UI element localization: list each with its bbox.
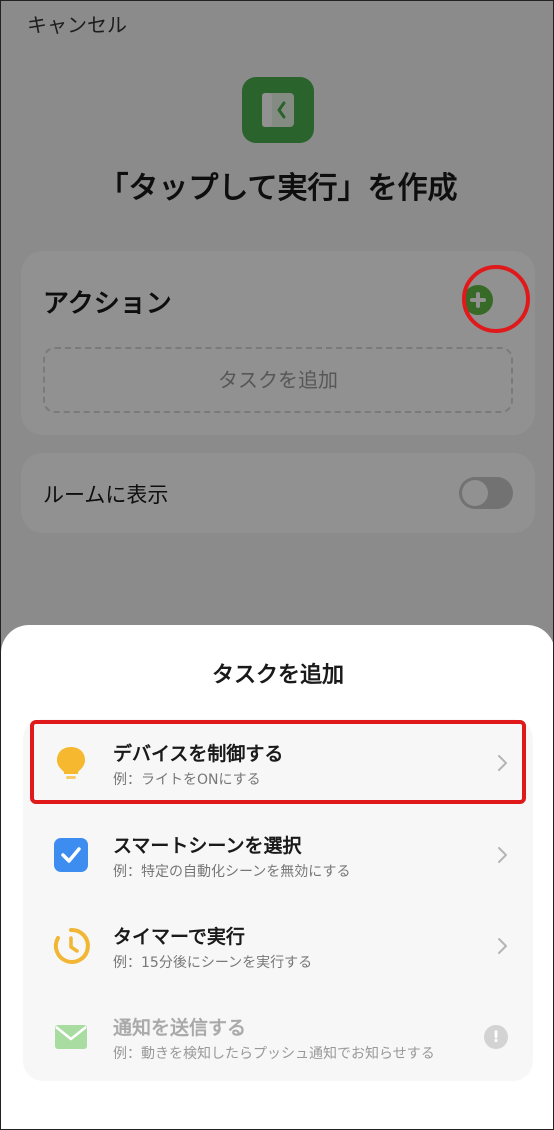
info-icon[interactable]: !: [484, 1025, 508, 1049]
annotation-circle: [462, 265, 530, 333]
option-send-notification: 通知を送信する 例：動きを検知したらプッシュ通知でお知らせする !: [23, 993, 533, 1083]
add-task-sheet: タスクを追加 デバイスを制御する 例：ライトをONにする スマートシーンを選択 …: [1, 625, 553, 1129]
option-subtitle: 例：特定の自動化シーンを無効にする: [113, 864, 351, 880]
timer-icon: [51, 926, 91, 966]
envelope-icon: [51, 1017, 91, 1057]
option-subtitle: 例：15分後にシーンを実行する: [113, 955, 313, 971]
option-select-scene[interactable]: スマートシーンを選択 例：特定の自動化シーンを無効にする: [23, 811, 533, 901]
screen: キャンセル 「タップして実行」を作成 アクション タスクを追加 ルームに表示 タ…: [0, 0, 554, 1130]
checkbox-icon: [51, 835, 91, 875]
option-title: タイマーで実行: [113, 926, 245, 948]
option-subtitle: 例：動きを検知したらプッシュ通知でお知らせする: [113, 1046, 435, 1062]
option-title: スマートシーンを選択: [113, 835, 302, 857]
option-title: 通知を送信する: [113, 1017, 247, 1039]
annotation-rectangle: [30, 720, 526, 804]
chevron-right-icon: [498, 847, 507, 863]
option-timer[interactable]: タイマーで実行 例：15分後にシーンを実行する: [23, 902, 533, 992]
sheet-title: タスクを追加: [211, 663, 344, 688]
chevron-right-icon: [498, 938, 507, 954]
